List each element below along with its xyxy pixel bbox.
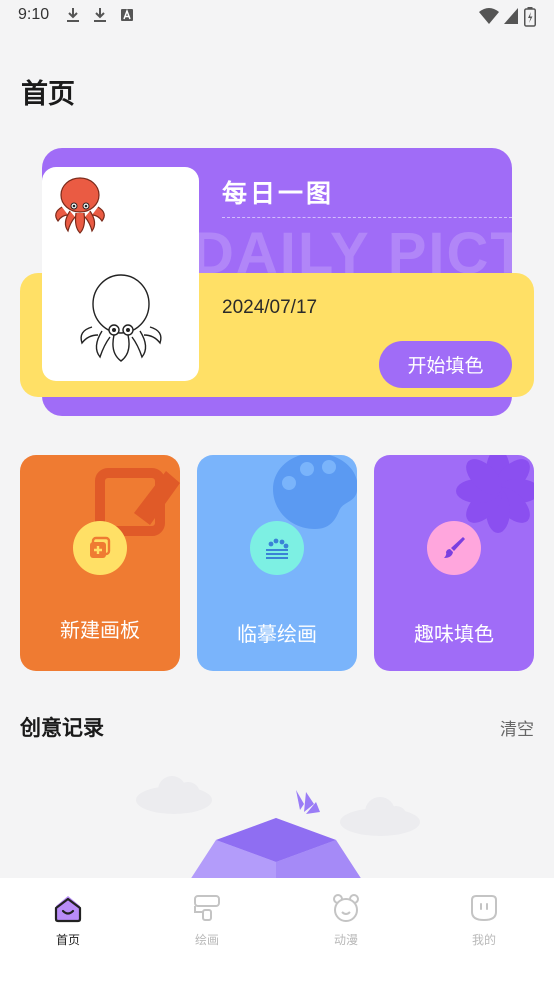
daily-picture-preview[interactable] — [42, 167, 199, 381]
status-time: 9:10 — [18, 6, 50, 23]
profile-icon — [471, 895, 497, 922]
creative-records-title: 创意记录 — [20, 716, 104, 740]
empty-box-illustration — [136, 776, 420, 880]
paint-roller-icon — [194, 895, 220, 921]
fun-coloring-card[interactable]: 趣味填色 — [374, 455, 534, 671]
nav-label-home: 首页 — [55, 933, 80, 947]
nav-label-anime: 动漫 — [333, 933, 358, 947]
nav-item-mine[interactable]: 我的 — [444, 892, 524, 948]
clear-records-button[interactable]: 清空 — [500, 715, 534, 740]
copy-drawing-card[interactable]: 临摹绘画 — [197, 455, 357, 671]
new-canvas-label: 新建画板 — [60, 618, 140, 642]
wifi-icon — [479, 8, 499, 24]
nav-label-mine: 我的 — [471, 933, 496, 947]
daily-picture-date: 2024/07/17 — [222, 297, 318, 318]
octopus-outline-image — [80, 274, 162, 362]
keyboard-a-icon — [121, 8, 133, 21]
nav-item-home[interactable]: 首页 — [28, 892, 108, 948]
new-canvas-icon — [73, 521, 127, 575]
bottom-navigation: 首页 绘画 动漫 我的 — [0, 878, 554, 984]
copy-drawing-label: 临摹绘画 — [237, 622, 317, 646]
nav-label-paint: 绘画 — [194, 933, 219, 947]
palette-icon — [250, 521, 304, 575]
download-icon — [67, 8, 79, 22]
download-icon — [94, 8, 106, 22]
palette-decoration — [273, 455, 357, 529]
page-title: 首页 — [21, 79, 75, 110]
home-icon — [54, 896, 82, 923]
banner-divider — [222, 217, 512, 218]
octopus-colored-image — [55, 177, 105, 234]
daily-picture-title: 每日一图 — [222, 179, 335, 208]
new-canvas-card[interactable]: 新建画板 — [20, 455, 180, 671]
nav-item-paint[interactable]: 绘画 — [167, 892, 247, 948]
status-bar: 9:10 — [0, 0, 554, 32]
paint-brush-icon — [427, 521, 481, 575]
fun-coloring-label: 趣味填色 — [414, 622, 494, 646]
start-coloring-button[interactable]: 开始填色 — [379, 341, 512, 388]
bear-face-icon — [333, 894, 359, 922]
battery-icon — [524, 7, 536, 27]
signal-icon — [504, 8, 518, 24]
nav-item-anime[interactable]: 动漫 — [306, 892, 386, 948]
